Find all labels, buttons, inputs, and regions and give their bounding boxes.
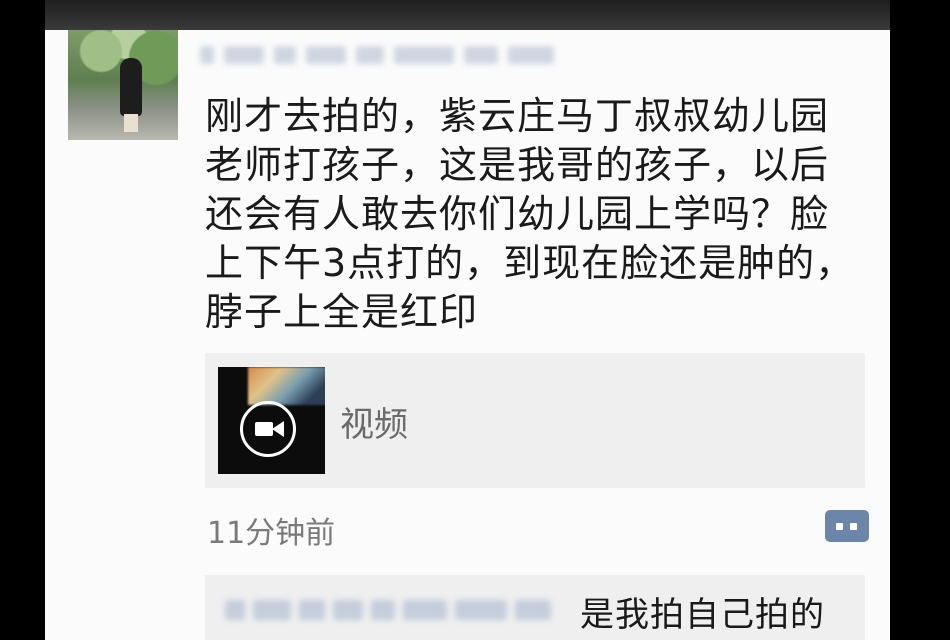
post-line: 上下午3点打的，到现在脸还是肿的， [205, 241, 855, 285]
comment-text: 是我拍自己拍的 [580, 595, 825, 635]
comment-section: 是我拍自己拍的 [205, 575, 865, 640]
moments-post: 刚才去拍的，紫云庄马丁叔叔幼儿园 老师打孩子，这是我哥的孩子，以后 还会有人敢去… [45, 30, 890, 640]
video-thumbnail[interactable] [218, 367, 325, 474]
video-card[interactable]: 视频 [205, 353, 865, 488]
post-line: 还会有人敢去你们幼儿园上学吗？脸 [205, 192, 830, 236]
post-line: 老师打孩子，这是我哥的孩子，以后 [205, 143, 830, 187]
video-label: 视频 [340, 405, 408, 445]
blurred-username[interactable] [200, 42, 590, 68]
post-body: 刚才去拍的，紫云庄马丁叔叔幼儿园 老师打孩子，这是我哥的孩子，以后 还会有人敢去… [205, 92, 855, 337]
top-bar [45, 0, 890, 30]
blurred-commenter-name[interactable] [225, 595, 555, 625]
video-camera-icon [240, 401, 296, 457]
avatar-figure [120, 58, 142, 116]
comment-more-icon[interactable] [825, 510, 869, 542]
avatar[interactable] [68, 30, 178, 140]
post-time: 11分钟前 [207, 516, 336, 551]
post-line: 脖子上全是红印 [205, 290, 479, 334]
post-line: 刚才去拍的，紫云庄马丁叔叔幼儿园 [205, 94, 830, 138]
avatar-figure-legs [124, 114, 138, 132]
thumbnail-image [248, 367, 325, 405]
